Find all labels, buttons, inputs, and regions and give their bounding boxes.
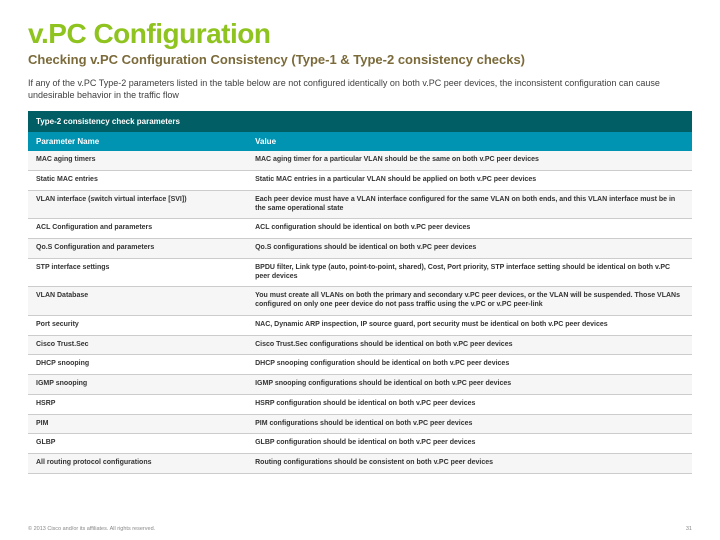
- param-name: Cisco Trust.Sec: [28, 335, 247, 355]
- footer-copyright: © 2013 Cisco and/or its affiliates. All …: [28, 526, 155, 532]
- param-name: Qo.S Configuration and parameters: [28, 239, 247, 259]
- table-row: VLAN interface (switch virtual interface…: [28, 190, 692, 219]
- param-name: STP interface settings: [28, 258, 247, 287]
- column-header-value: Value: [247, 132, 692, 151]
- footer: © 2013 Cisco and/or its affiliates. All …: [28, 526, 692, 532]
- param-value: Static MAC entries in a particular VLAN …: [247, 171, 692, 191]
- param-name: VLAN Database: [28, 287, 247, 316]
- table-section-header-row: Type-2 consistency check parameters: [28, 111, 692, 132]
- table-row: IGMP snoopingIGMP snooping configuration…: [28, 375, 692, 395]
- param-value: Qo.S configurations should be identical …: [247, 239, 692, 259]
- table-row: ACL Configuration and parametersACL conf…: [28, 219, 692, 239]
- param-value: MAC aging timer for a particular VLAN sh…: [247, 151, 692, 170]
- intro-text: If any of the v.PC Type-2 parameters lis…: [28, 77, 688, 101]
- parameters-table-wrap: Type-2 consistency check parameters Para…: [28, 111, 692, 474]
- param-name: DHCP snooping: [28, 355, 247, 375]
- table-row: Qo.S Configuration and parametersQo.S co…: [28, 239, 692, 259]
- column-header-name: Parameter Name: [28, 132, 247, 151]
- param-value: BPDU filter, Link type (auto, point-to-p…: [247, 258, 692, 287]
- param-value: NAC, Dynamic ARP inspection, IP source g…: [247, 315, 692, 335]
- table-row: Static MAC entriesStatic MAC entries in …: [28, 171, 692, 191]
- param-value: IGMP snooping configurations should be i…: [247, 375, 692, 395]
- param-value: Routing configurations should be consist…: [247, 454, 692, 474]
- table-section-header: Type-2 consistency check parameters: [28, 111, 692, 132]
- footer-page-number: 31: [686, 526, 692, 532]
- table-row: All routing protocol configurationsRouti…: [28, 454, 692, 474]
- table-column-header-row: Parameter Name Value: [28, 132, 692, 151]
- param-value: Each peer device must have a VLAN interf…: [247, 190, 692, 219]
- table-row: GLBPGLBP configuration should be identic…: [28, 434, 692, 454]
- param-name: IGMP snooping: [28, 375, 247, 395]
- param-name: Port security: [28, 315, 247, 335]
- parameters-table: Type-2 consistency check parameters Para…: [28, 111, 692, 474]
- table-row: PIMPIM configurations should be identica…: [28, 414, 692, 434]
- param-name: All routing protocol configurations: [28, 454, 247, 474]
- param-value: You must create all VLANs on both the pr…: [247, 287, 692, 316]
- table-row: VLAN DatabaseYou must create all VLANs o…: [28, 287, 692, 316]
- table-row: MAC aging timersMAC aging timer for a pa…: [28, 151, 692, 170]
- table-row: STP interface settingsBPDU filter, Link …: [28, 258, 692, 287]
- param-value: Cisco Trust.Sec configurations should be…: [247, 335, 692, 355]
- param-name: Static MAC entries: [28, 171, 247, 191]
- slide: v.PC Configuration Checking v.PC Configu…: [0, 0, 720, 540]
- param-value: HSRP configuration should be identical o…: [247, 394, 692, 414]
- param-name: VLAN interface (switch virtual interface…: [28, 190, 247, 219]
- table-row: DHCP snoopingDHCP snooping configuration…: [28, 355, 692, 375]
- table-row: Port securityNAC, Dynamic ARP inspection…: [28, 315, 692, 335]
- param-value: GLBP configuration should be identical o…: [247, 434, 692, 454]
- param-value: ACL configuration should be identical on…: [247, 219, 692, 239]
- param-name: GLBP: [28, 434, 247, 454]
- page-subtitle: Checking v.PC Configuration Consistency …: [28, 52, 692, 67]
- param-value: DHCP snooping configuration should be id…: [247, 355, 692, 375]
- page-title: v.PC Configuration: [28, 18, 692, 50]
- param-name: MAC aging timers: [28, 151, 247, 170]
- param-name: PIM: [28, 414, 247, 434]
- param-name: HSRP: [28, 394, 247, 414]
- param-value: PIM configurations should be identical o…: [247, 414, 692, 434]
- table-row: HSRPHSRP configuration should be identic…: [28, 394, 692, 414]
- table-row: Cisco Trust.SecCisco Trust.Sec configura…: [28, 335, 692, 355]
- param-name: ACL Configuration and parameters: [28, 219, 247, 239]
